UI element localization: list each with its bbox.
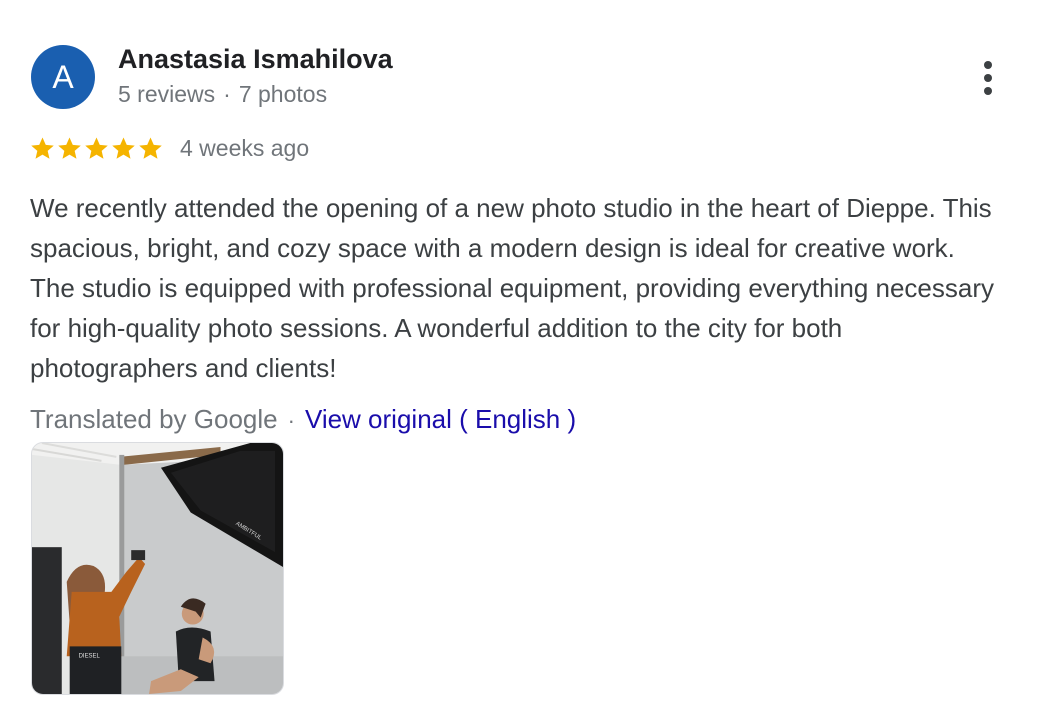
star-icon xyxy=(31,136,54,159)
star-icon xyxy=(85,136,108,159)
translation-separator: · xyxy=(287,408,295,433)
author-meta: 5 reviews · 7 photos xyxy=(118,81,327,108)
star-icon xyxy=(58,136,81,159)
photo-count: 7 photos xyxy=(238,81,328,107)
review-text: We recently attended the opening of a ne… xyxy=(30,193,995,383)
review-date: 4 weeks ago xyxy=(180,134,310,161)
review-photo[interactable]: AMBITFUL DIESEL xyxy=(31,442,284,695)
translated-label: Translated by Google xyxy=(30,404,278,434)
avatar-initial: A xyxy=(52,58,74,95)
star-rating xyxy=(29,135,164,162)
star-icon xyxy=(139,136,162,159)
translation-row: Translated by Google · View original ( Eng… xyxy=(30,404,576,435)
view-original-link[interactable]: View original ( English ) xyxy=(305,404,576,434)
review-count: 5 reviews xyxy=(118,81,216,107)
more-options-button[interactable] xyxy=(970,56,1006,100)
shirt-label: DIESEL xyxy=(79,653,101,659)
meta-separator: · xyxy=(223,81,231,107)
avatar[interactable]: A xyxy=(31,45,95,109)
author-name[interactable]: Anastasia Ismahilova xyxy=(118,44,393,75)
more-vert-icon xyxy=(984,61,992,95)
review-card: A Anastasia Ismahilova 5 reviews · 7 photo… xyxy=(0,0,1042,712)
star-icon xyxy=(112,136,135,159)
studio-photo-image: AMBITFUL DIESEL xyxy=(32,443,283,694)
rating-row: 4 weeks ago xyxy=(29,130,309,166)
